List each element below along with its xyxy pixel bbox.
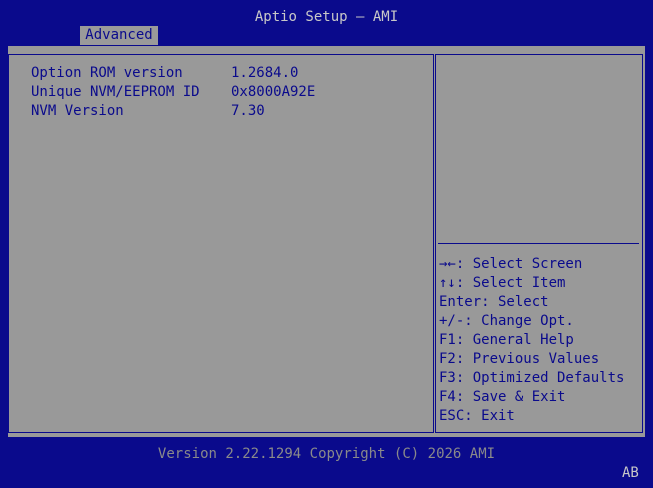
key-help-select-screen: →←: Select Screen <box>439 256 583 272</box>
window-title: Aptio Setup – AMI <box>254 9 399 25</box>
info-value: 7.30 <box>231 103 265 119</box>
help-divider <box>438 243 639 244</box>
key-help-esc-exit: ESC: Exit <box>439 408 515 424</box>
info-label: Option ROM version <box>31 65 183 81</box>
info-label: NVM Version <box>31 103 124 119</box>
key-help-enter-select: Enter: Select <box>439 294 549 310</box>
key-help-list: →←: Select Screen ↑↓: Select Item Enter:… <box>439 255 624 426</box>
key-help-select-item: ↑↓: Select Item <box>439 275 566 291</box>
key-help-previous-values: F2: Previous Values <box>439 351 600 367</box>
version-footer: Version 2.22.1294 Copyright (C) 2026 AMI <box>157 446 496 462</box>
key-help-general-help: F1: General Help <box>439 332 574 348</box>
key-help-optimized-defaults: F3: Optimized Defaults <box>439 370 625 386</box>
info-label: Unique NVM/EEPROM ID <box>31 84 200 100</box>
info-value: 1.2684.0 <box>231 65 299 81</box>
corner-label: AB <box>622 465 639 481</box>
info-value: 0x8000A92E <box>231 84 316 100</box>
key-help-change-opt: +/-: Change Opt. <box>439 313 574 329</box>
key-help-save-exit: F4: Save & Exit <box>439 389 566 405</box>
tab-advanced[interactable]: Advanced <box>80 26 158 45</box>
